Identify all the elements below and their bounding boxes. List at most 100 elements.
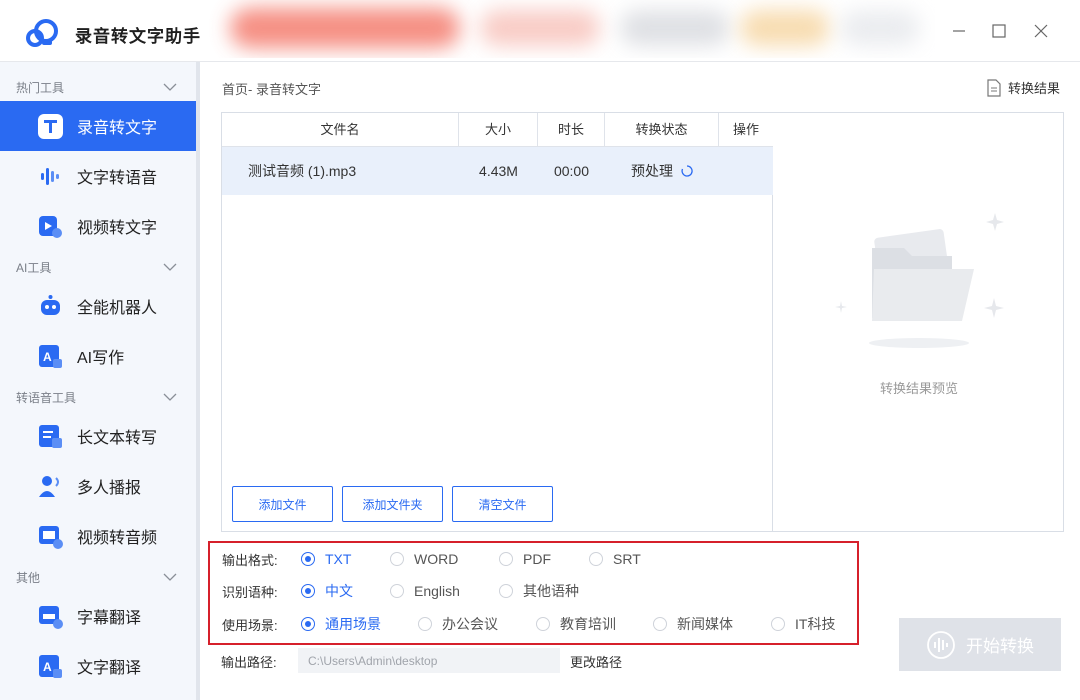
file-status-cell: 预处理 (631, 147, 693, 195)
sidebar-item-ai-write[interactable]: A AI写作 (0, 331, 196, 381)
sidebar: 热门工具 录音转文字 文字转语音 视频转文字 AI工具 全能机器人 A AI写作… (0, 62, 200, 700)
text-translate-icon: A (39, 654, 62, 678)
preview-placeholder-text: 转换结果预览 (879, 381, 958, 396)
maximize-icon (992, 24, 1006, 38)
soundwave-circle-icon (927, 630, 955, 659)
sidebar-item-multi-speaker[interactable]: 多人播报 (0, 461, 196, 511)
scene-radio-general[interactable]: 通用场景 (301, 614, 381, 634)
document-icon (987, 78, 1001, 97)
start-conversion-button[interactable]: 开始转换 (899, 618, 1061, 671)
table-row[interactable]: 测试音频 (1).mp3 4.43M 00:00 预处理 (222, 147, 773, 195)
table-header: 文件名 大小 时长 转换状态 操作 (222, 113, 773, 147)
chevron-down-icon[interactable] (163, 392, 177, 402)
language-radio-english[interactable]: English (390, 583, 460, 599)
sidebar-item-video-to-audio[interactable]: 视频转音频 (0, 511, 196, 561)
sidebar-item-label: 全能机器人 (77, 300, 158, 317)
sidebar-group-other: 其他 (16, 571, 41, 585)
sidebar-item-text-to-speech[interactable]: 文字转语音 (0, 151, 196, 201)
add-file-button[interactable]: 添加文件 (232, 486, 333, 522)
sidebar-scrollbar[interactable] (196, 62, 200, 700)
format-radio-word[interactable]: WORD (390, 551, 458, 567)
radio-unchecked-icon (499, 584, 513, 598)
robot-icon (41, 294, 60, 315)
close-button[interactable] (1028, 18, 1054, 44)
app-logo-icon (26, 19, 58, 47)
conversion-options: 输出格式: TXT WORD PDF SRT 识别语种: 中文 English … (208, 541, 859, 645)
sidebar-item-label: 录音转文字 (77, 120, 158, 137)
scene-radio-it[interactable]: IT科技 (771, 614, 835, 634)
minimize-icon (953, 30, 965, 32)
column-header-action: 操作 (732, 122, 759, 137)
radio-unchecked-icon (771, 617, 785, 631)
ai-write-icon: A (39, 344, 62, 368)
file-panel: 文件名 大小 时长 转换状态 操作 测试音频 (1).mp3 4.43M 00:… (221, 112, 1064, 532)
radio-unchecked-icon (653, 617, 667, 631)
minimize-button[interactable] (946, 18, 972, 44)
chevron-down-icon[interactable] (163, 572, 177, 582)
radio-unchecked-icon (390, 584, 404, 598)
language-radio-other[interactable]: 其他语种 (499, 581, 579, 601)
radio-unchecked-icon (499, 552, 513, 566)
radio-unchecked-icon (589, 552, 603, 566)
long-text-icon (39, 424, 62, 448)
loading-spinner-icon (681, 165, 693, 177)
maximize-button[interactable] (986, 18, 1012, 44)
subtitle-translate-icon (39, 605, 63, 629)
change-path-link[interactable]: 更改路径 (570, 652, 622, 671)
sidebar-item-label: AI写作 (77, 350, 125, 367)
sidebar-item-robot[interactable]: 全能机器人 (0, 281, 196, 331)
add-folder-button[interactable]: 添加文件夹 (342, 486, 443, 522)
column-header-size: 大小 (459, 113, 538, 147)
sidebar-item-text-translate[interactable]: A 文字翻译 (0, 641, 196, 691)
format-radio-srt[interactable]: SRT (589, 551, 641, 567)
clear-files-button[interactable]: 清空文件 (452, 486, 553, 522)
chevron-down-icon[interactable] (163, 262, 177, 272)
sidebar-item-label: 字幕翻译 (77, 610, 142, 627)
radio-checked-icon (301, 552, 315, 566)
chevron-down-icon[interactable] (163, 82, 177, 92)
format-radio-pdf[interactable]: PDF (499, 551, 551, 567)
svg-text:A: A (43, 350, 52, 364)
sidebar-item-label: 视频转音频 (77, 530, 158, 547)
sidebar-item-subtitle-translate[interactable]: 字幕翻译 (0, 591, 196, 641)
output-format-label: 输出格式: (222, 552, 278, 568)
column-header-status: 转换状态 (605, 113, 719, 147)
multi-speaker-icon (39, 475, 59, 497)
sidebar-item-audio-to-text[interactable]: 录音转文字 (0, 101, 196, 151)
language-radio-chinese[interactable]: 中文 (301, 581, 353, 601)
video-play-icon (39, 215, 62, 238)
scene-label: 使用场景: (222, 617, 278, 633)
sidebar-item-video-to-text[interactable]: 视频转文字 (0, 201, 196, 251)
sidebar-item-label: 文字转语音 (77, 170, 158, 187)
result-preview-area: 转换结果预览 (774, 113, 1064, 531)
soundwave-icon (41, 167, 59, 185)
start-conversion-label: 开始转换 (966, 637, 1034, 656)
scene-radio-news[interactable]: 新闻媒体 (653, 614, 733, 634)
sidebar-group-voice-tools: 转语音工具 (16, 391, 77, 405)
app-title: 录音转文字助手 (75, 27, 201, 46)
conversion-result-button[interactable]: 转换结果 (986, 78, 1060, 97)
radio-checked-icon (301, 584, 315, 598)
format-radio-txt[interactable]: TXT (301, 551, 351, 567)
radio-unchecked-icon (536, 617, 550, 631)
svg-text:A: A (43, 660, 52, 674)
sidebar-group-ai-tools: AI工具 (16, 261, 52, 275)
status-text: 预处理 (631, 163, 673, 179)
title-bar: 录音转文字助手 (0, 0, 1080, 62)
column-header-filename: 文件名 (222, 113, 459, 147)
column-header-duration: 时长 (538, 113, 605, 147)
promo-banner[interactable] (200, 0, 935, 58)
sidebar-item-label: 长文本转写 (77, 430, 158, 447)
output-path-label: 输出路径: (221, 655, 277, 670)
conversion-result-label: 转换结果 (1008, 81, 1061, 96)
output-path-input[interactable] (298, 648, 560, 673)
language-label: 识别语种: (222, 584, 278, 600)
text-t-icon (38, 113, 63, 139)
sidebar-item-long-text[interactable]: 长文本转写 (0, 411, 196, 461)
file-size-cell: 4.43M (479, 163, 518, 179)
radio-checked-icon (301, 617, 315, 631)
file-table: 文件名 大小 时长 转换状态 操作 测试音频 (1).mp3 4.43M 00:… (222, 113, 773, 531)
sidebar-item-label: 文字翻译 (77, 660, 142, 677)
scene-radio-meeting[interactable]: 办公会议 (418, 614, 498, 634)
scene-radio-education[interactable]: 教育培训 (536, 614, 616, 634)
